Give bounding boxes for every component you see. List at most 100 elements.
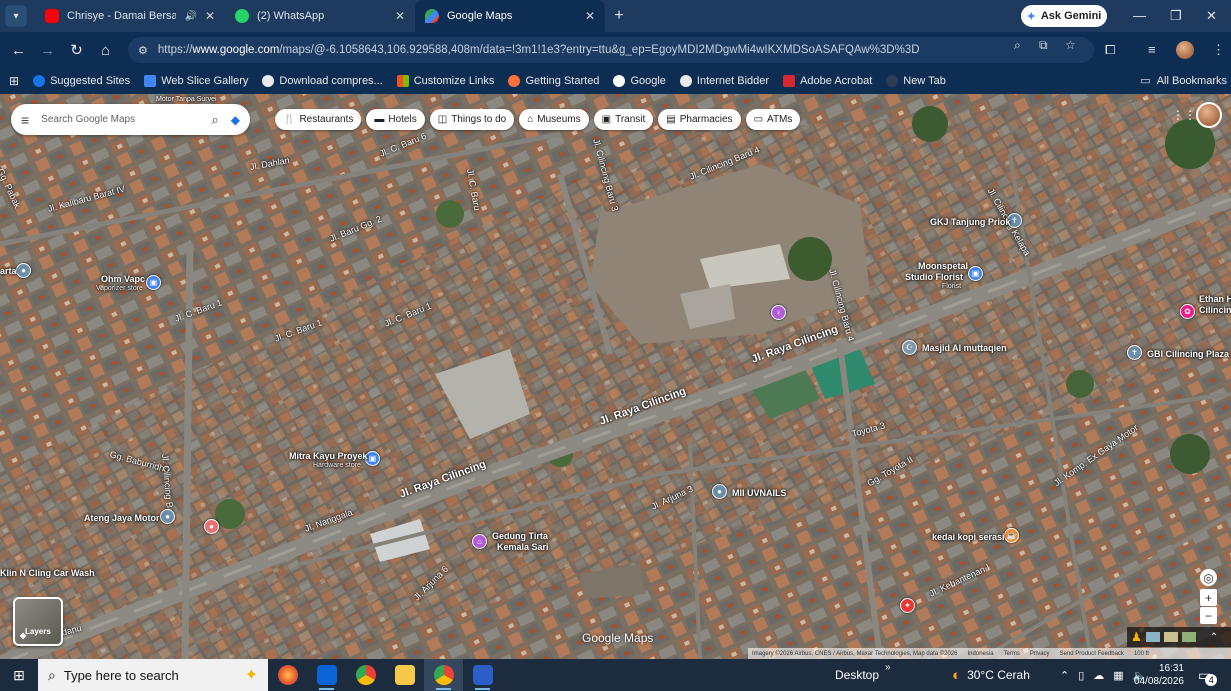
tab-search-button[interactable]: ▾ [5,5,27,27]
tab-whatsapp[interactable]: (2) WhatsApp ✕ [225,0,415,32]
place-pin-icon[interactable]: ● [16,263,31,278]
imagery-thumb-icon[interactable] [1163,632,1178,642]
poi-ethan-label[interactable]: Ethan H [1199,294,1231,304]
chip-transit[interactable]: ▣ Transit [593,109,654,130]
speaker-icon[interactable]: 🔊 [184,11,196,22]
chrome-active-taskbar[interactable] [424,659,463,691]
directions-icon[interactable]: ◆ [231,113,240,127]
poi-klin-label[interactable]: Klin N Cling Car Wash [0,568,95,578]
chrome-taskbar[interactable] [346,659,385,691]
shopping-pin-icon[interactable]: ✦ [900,598,915,613]
street-view-bar[interactable]: ♟ ⌃ [1127,627,1231,647]
poi-ethan-label-2[interactable]: Cilincing [1199,305,1231,315]
bookmark-customize-links[interactable]: Customize Links [396,75,494,87]
poi-arta-label[interactable]: arta [0,266,17,276]
site-info-icon[interactable]: ⚙ [138,44,148,57]
shopping-pin-icon[interactable]: ▣ [146,275,161,290]
church-pin-icon[interactable]: ✝ [1127,345,1142,360]
cafe-pin-icon[interactable]: ☕ [1004,528,1019,543]
forward-icon[interactable]: → [33,42,62,59]
bookmark-new-tab[interactable]: New Tab [886,75,946,87]
close-icon[interactable]: ✕ [585,9,595,23]
maximize-icon[interactable]: ❐ [1170,8,1182,24]
chip-museums[interactable]: ⌂ Museums [519,109,589,130]
firefox-taskbar[interactable] [268,659,307,691]
zoom-in-button[interactable]: + [1200,589,1217,606]
satellite-imagery[interactable] [0,94,1231,659]
menu-icon[interactable]: ⋮ [1212,42,1225,58]
account-avatar[interactable] [1196,102,1222,128]
place-pin-icon[interactable]: ● [160,509,175,524]
place-pin-icon[interactable]: ● [712,484,727,499]
zoom-icon[interactable]: ⌕ [1014,38,1021,53]
layers-button[interactable]: ◈ Layers [13,597,63,646]
imagery-thumb-icon[interactable] [1181,632,1196,642]
device-icon[interactable]: ▯ [1078,669,1084,682]
privacy-link[interactable]: Privacy [1030,651,1050,657]
bookmark-download[interactable]: Download compres... [262,75,383,87]
chip-things-to-do[interactable]: ◫ Things to do [429,109,515,130]
poi-mitra-label[interactable]: Mitra Kayu Proyek [289,451,368,461]
bookmark-web-slice[interactable]: Web Slice Gallery [144,75,248,87]
weather-widget[interactable]: ◐ 30°C Cerah [952,659,1030,691]
windows-start-icon[interactable]: ⊞ [0,667,38,684]
beauty-pin-icon[interactable]: ✿ [1180,304,1195,319]
zoom-out-button[interactable]: − [1200,607,1217,624]
clock[interactable]: 16:31 04/08/2026 [1134,659,1184,691]
network-icon[interactable]: ▦ [1113,669,1123,682]
bookmark-suggested-sites[interactable]: Suggested Sites [33,75,130,87]
profile-avatar[interactable] [1176,41,1194,59]
scale-label[interactable]: 100 ft [1134,651,1149,657]
bookmark-google[interactable]: Google [613,75,666,87]
chip-hotels[interactable]: ▬ Hotels [366,109,425,130]
poi-moonspetal-label-2[interactable]: Studio Florist [905,272,963,282]
show-hidden-icon[interactable]: ⌃ [1060,669,1069,682]
poi-mii-label[interactable]: MII UVNAILS [732,488,787,498]
extensions-icon[interactable]: ⧠ [1105,42,1115,58]
bookmark-star-icon[interactable]: ☆ [1065,38,1076,52]
outlook-taskbar[interactable] [307,659,346,691]
ask-gemini-button[interactable]: ✦ Ask Gemini [1021,5,1107,27]
poi-masjid-label[interactable]: Masjid Al muttaqien [922,343,1007,353]
desktop-toolbar[interactable]: Desktop » [835,659,891,691]
copilot-sparkle-icon[interactable]: ✦ [245,665,258,685]
poi-ateng-label[interactable]: Ateng Jaya Motor [84,513,160,523]
word-taskbar[interactable] [463,659,502,691]
tab-youtube[interactable]: Chrisye - Damai Bersamamu 🔊 ✕ [35,0,225,32]
imagery-thumb-icon[interactable] [1145,632,1160,642]
attribution-region[interactable]: Indonesia [968,651,994,657]
map-canvas[interactable]: ≡ Search Google Maps ⌕ ◆ 🍴 Restaurants ▬ H… [0,94,1231,659]
back-icon[interactable]: ← [4,42,33,59]
address-bar[interactable]: ⚙ https://www.google.com/maps/@-6.105864… [128,37,1094,63]
home-icon[interactable]: ⌂ [91,42,120,59]
poi-kedai-label[interactable]: kedai kopi serasi [932,532,1005,542]
poi-gbi-label[interactable]: GBI Cilincing Plaza [1147,349,1229,359]
taskbar-search[interactable]: ⌕ Type here to search ✦ [38,659,268,691]
all-bookmarks[interactable]: ▭ All Bookmarks [1140,74,1227,88]
chip-atms[interactable]: ▭ ATMs [745,109,801,130]
cloud-icon[interactable]: ☁ [1093,669,1104,682]
apps-grid-icon[interactable]: ⊞ [9,74,19,88]
poi-gedung-label[interactable]: Gedung Tirta [492,531,548,541]
chip-pharmacies[interactable]: ▤ Pharmacies [658,109,741,130]
maps-search-box[interactable]: ≡ Search Google Maps ⌕ ◆ [11,104,250,135]
new-tab-button[interactable]: + [605,7,633,25]
media-control-icon[interactable]: ≡ [1148,42,1156,57]
terms-link[interactable]: Terms [1004,651,1020,657]
food-pin-icon[interactable]: ● [204,519,219,534]
install-app-icon[interactable]: ⧉ [1039,38,1048,53]
venue-pin-icon[interactable]: ⌂ [472,534,487,549]
bookmark-internet-bidder[interactable]: Internet Bidder [679,75,769,87]
taskbar-search-input[interactable]: Type here to search [64,668,179,683]
close-icon[interactable]: ✕ [395,9,405,23]
shopping-pin-icon[interactable]: ▣ [968,266,983,281]
reload-icon[interactable]: ↻ [62,41,91,59]
poi-ohm-label[interactable]: Ohm Vapc [101,274,145,284]
chevron-icon[interactable]: » [885,662,891,673]
bookmark-adobe-acrobat[interactable]: Adobe Acrobat [783,75,872,87]
google-apps-icon[interactable]: ⋮⋮ [1172,108,1196,122]
poi-moonspetal-label[interactable]: Moonspetal [918,261,968,271]
expand-icon[interactable]: ⌃ [1210,632,1218,643]
close-window-icon[interactable]: ✕ [1206,8,1217,24]
search-input[interactable]: Search Google Maps [41,114,199,125]
